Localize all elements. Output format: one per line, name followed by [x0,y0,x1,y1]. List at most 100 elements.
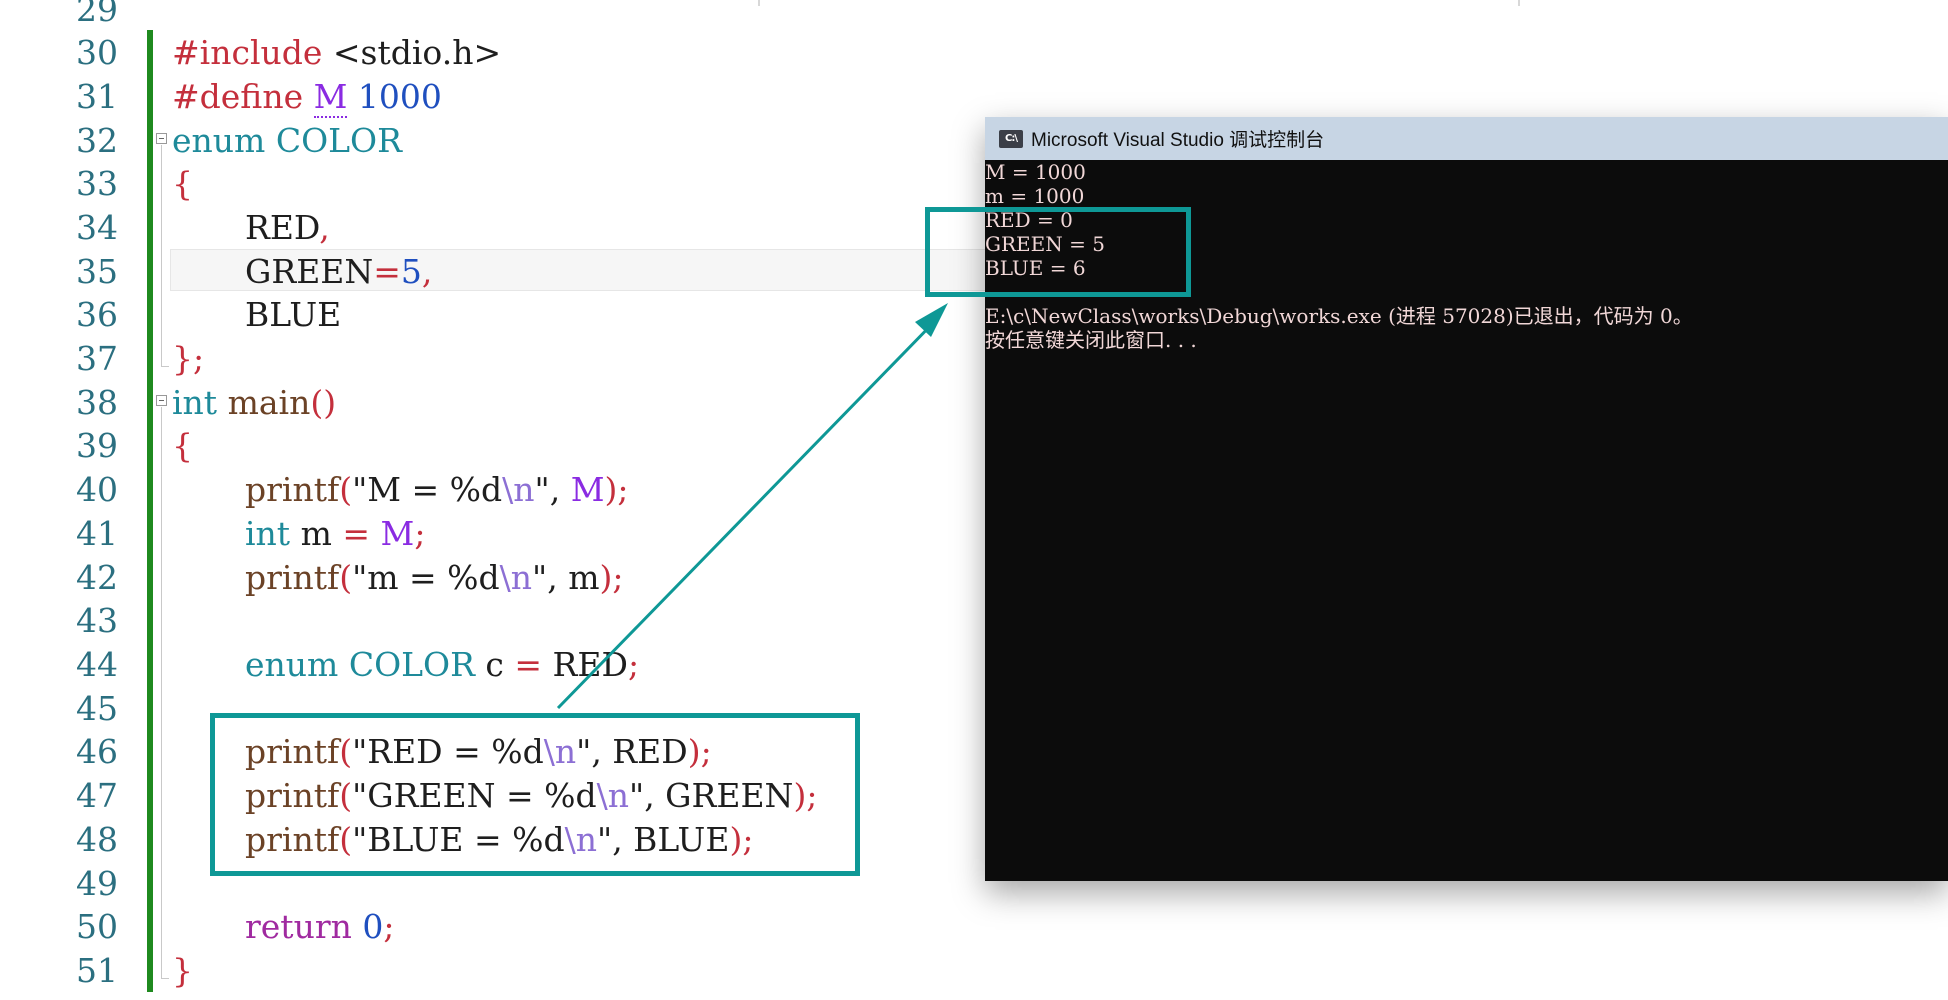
code-token: " [532,558,548,597]
code-token: \n [502,470,535,509]
code-line[interactable]: 43 [0,599,1000,643]
line-number: 51 [76,951,118,990]
console-line: 按任意键关闭此窗口. . . [985,328,1197,352]
code-line: 29 [0,0,1000,32]
code-token: ) [599,558,613,597]
code-text[interactable]: printf("m = %d\n", m); [172,556,624,600]
line-number: 41 [76,514,118,553]
console-line: E:\c\NewClass\works\Debug\works.exe (进程 … [985,304,1693,328]
code-line[interactable]: 34 RED, [0,206,1000,250]
code-token: } [172,339,193,378]
code-token: { [172,164,193,203]
code-token: int [245,514,291,553]
line-number: 37 [76,339,118,378]
line-number: 42 [76,558,118,597]
code-text[interactable]: #define M 1000 [172,75,442,119]
line-number: 48 [76,820,118,859]
console-annotation-box [925,207,1191,297]
line-number: 40 [76,470,118,509]
code-token: printf [245,558,340,597]
code-line[interactable]: 51 } [0,949,1000,993]
code-token: , [421,252,433,291]
code-token: ; [414,514,426,553]
code-line[interactable]: 35 GREEN=5, [0,250,1000,294]
code-token: enum [245,645,339,684]
code-text[interactable]: { [172,162,193,206]
code-text[interactable]: int m = M; [172,512,425,556]
code-token: } [172,951,193,990]
code-text[interactable]: int main() [172,381,336,425]
line-number: 39 [76,426,118,465]
code-token: , m [547,558,600,597]
line-number: 29 [76,0,118,29]
code-text[interactable]: GREEN=5, [172,250,432,294]
code-line[interactable]: 44 enum COLOR c = RED; [0,643,1000,687]
code-text[interactable]: return 0; [172,905,394,949]
code-token: GREEN [245,252,374,291]
code-line[interactable]: 39 { [0,424,1000,468]
code-text[interactable]: } [172,949,193,993]
code-token: RED [542,645,628,684]
console-line: m = 1000 [985,184,1085,208]
code-token: 1000 [357,77,442,116]
code-text[interactable]: { [172,424,193,468]
code-line[interactable]: 32 enum COLOR [0,119,1000,163]
code-line[interactable]: 50 return 0; [0,905,1000,949]
code-token: main [217,383,311,422]
code-text[interactable]: #include <stdio.h> [172,31,501,75]
code-line[interactable]: 38 int main() [0,381,1000,425]
line-number: 38 [76,383,118,422]
line-number: 47 [76,776,118,815]
code-line[interactable]: 40 printf("M = %d\n", M); [0,468,1000,512]
code-token: #define [172,77,304,116]
code-token: M [570,470,605,509]
code-token: c [474,645,515,684]
code-line[interactable]: 33 { [0,162,1000,206]
code-token: "M = %d [352,470,503,509]
code-text[interactable]: printf("M = %d\n", M); [172,468,629,512]
code-token: 0 [362,907,384,946]
code-token: return [245,907,352,946]
code-token: RED [245,208,320,247]
code-token: m [290,514,343,553]
code-text[interactable]: enum COLOR c = RED; [172,643,639,687]
code-token: enum [172,121,266,160]
line-number: 30 [76,33,118,72]
code-line[interactable]: 41 int m = M; [0,512,1000,556]
line-number: 43 [76,601,118,640]
code-line[interactable]: 36 BLUE [0,293,1000,337]
line-number: 50 [76,907,118,946]
code-token: M [380,514,415,553]
code-text[interactable]: RED, [172,206,330,250]
code-token: = [342,514,371,553]
code-line[interactable]: 30 #include <stdio.h> [0,31,1000,75]
line-number: 31 [76,77,118,116]
code-text[interactable]: }; [172,337,204,381]
code-token: 5 [400,252,422,291]
code-token: ; [383,907,395,946]
console-titlebar[interactable]: C:\ Microsoft Visual Studio 调试控制台 [985,117,1948,160]
code-token: "m = %d [352,558,500,597]
code-token: BLUE [245,295,342,334]
code-text[interactable]: enum COLOR [172,119,402,163]
line-number: 46 [76,732,118,771]
line-number: 49 [76,864,118,903]
code-annotation-box [210,713,860,876]
code-token: <stdio.h> [322,33,502,72]
code-token: ) [604,470,618,509]
code-token: ; [617,470,629,509]
console-icon-label: C:\ [1005,133,1018,144]
code-line[interactable]: 42 printf("m = %d\n", m); [0,556,1000,600]
code-token: COLOR [338,645,475,684]
code-text[interactable]: BLUE [172,293,341,337]
line-number: 32 [76,121,118,160]
code-token: { [172,426,193,465]
code-line[interactable]: 31 #define M 1000 [0,75,1000,119]
code-line[interactable]: 37 }; [0,337,1000,381]
code-token: () [310,383,337,422]
code-token: = [514,645,543,684]
code-token: \n [499,558,533,597]
